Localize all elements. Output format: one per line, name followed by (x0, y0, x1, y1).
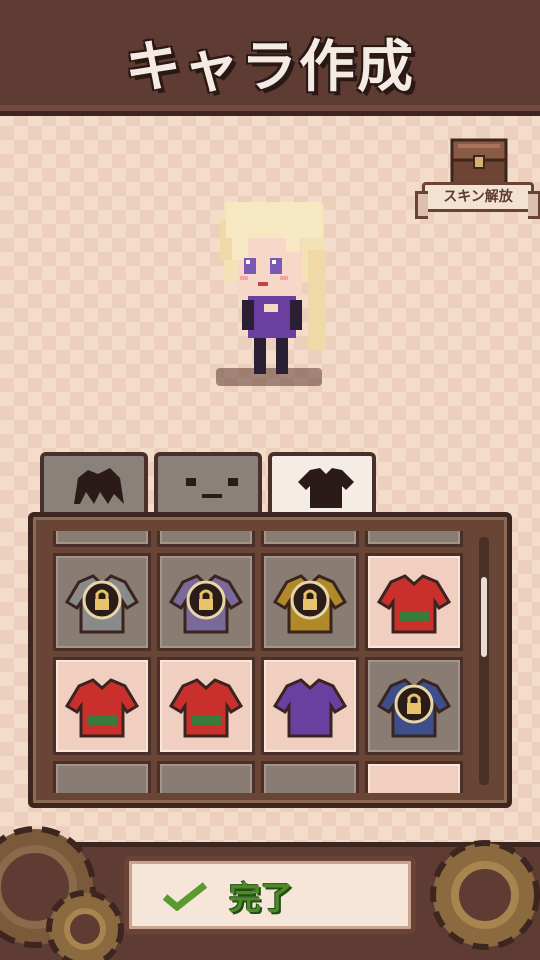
outfit-panel (28, 512, 512, 808)
outfit-item[interactable] (365, 553, 463, 651)
outfit-item[interactable] (157, 531, 255, 547)
skin-unlock-label: スキン解放 (415, 182, 540, 219)
outfit-item[interactable] (53, 531, 151, 547)
gear-icon (430, 840, 540, 950)
hair-icon (74, 468, 124, 504)
outfit-item[interactable] (365, 657, 463, 755)
outfit-item[interactable] (261, 531, 359, 547)
outfit-item[interactable] (365, 761, 463, 793)
lock-icon (394, 684, 434, 724)
skin-unlock-button[interactable]: スキン解放 (415, 136, 540, 232)
outfit-item[interactable] (261, 657, 359, 755)
outfit-icon (377, 574, 451, 634)
scrollbar[interactable] (479, 537, 489, 785)
outfit-item[interactable] (157, 553, 255, 651)
outfit-icon (65, 678, 139, 738)
lock-icon (186, 580, 226, 620)
page-title: キャラ作成 (125, 35, 415, 100)
outfit-grid (53, 531, 463, 793)
scroll-thumb[interactable] (481, 577, 487, 657)
face-icon (186, 478, 238, 498)
tab-face[interactable] (154, 452, 262, 516)
title-bar: キャラ作成 (0, 0, 540, 116)
done-label: 完了 (229, 879, 294, 917)
character-preview (220, 202, 326, 374)
outfit-item[interactable] (157, 657, 255, 755)
outfit-item[interactable] (261, 553, 359, 651)
lock-icon (290, 580, 330, 620)
outfit-item[interactable] (53, 657, 151, 755)
outfit-icon (298, 468, 354, 508)
treasure-chest-icon (450, 138, 508, 186)
outfit-item[interactable] (53, 761, 151, 793)
done-button[interactable]: 完了 (124, 856, 416, 934)
outfit-grid-viewport[interactable] (47, 531, 467, 793)
outfit-icon (273, 678, 347, 738)
outfit-item[interactable] (53, 553, 151, 651)
outfit-item[interactable] (365, 531, 463, 547)
lock-icon (82, 580, 122, 620)
gear-icon (46, 890, 124, 960)
tab-outfit[interactable] (268, 452, 376, 516)
tab-hair[interactable] (40, 452, 148, 516)
check-icon (163, 882, 207, 911)
outfit-item[interactable] (157, 761, 255, 793)
outfit-icon (169, 678, 243, 738)
outfit-item[interactable] (261, 761, 359, 793)
